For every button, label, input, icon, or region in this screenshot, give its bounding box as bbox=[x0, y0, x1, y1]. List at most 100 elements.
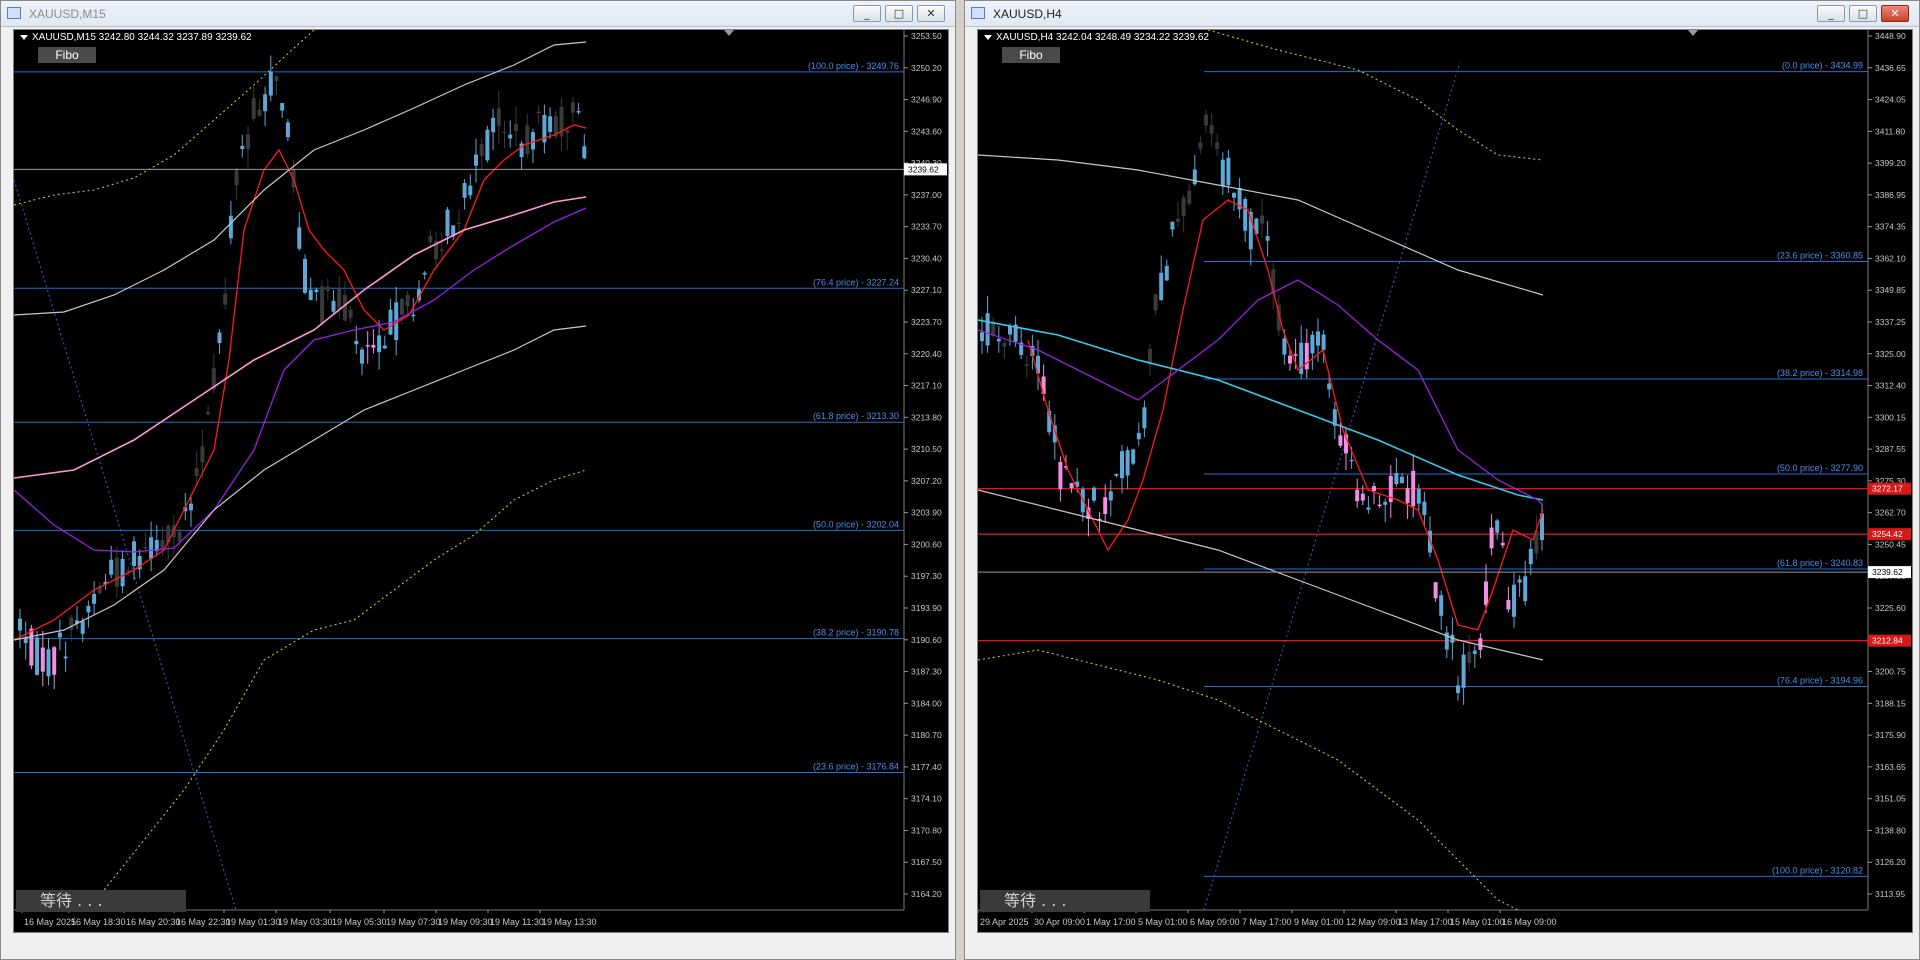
price-tick-label: 3312.40 bbox=[1875, 381, 1906, 391]
shift-marker-icon[interactable] bbox=[1688, 30, 1698, 36]
candle-body bbox=[485, 129, 490, 161]
candle-body bbox=[371, 344, 376, 348]
price-tick-label: 3217.10 bbox=[911, 381, 942, 391]
maximize-button[interactable]: □ bbox=[885, 5, 913, 22]
current-price-label: 3239.62 bbox=[1872, 567, 1903, 577]
chart-canvas[interactable]: 3448.90 3436.65 3424.05 3411.80 3399.20 3386.… bbox=[978, 30, 1913, 933]
price-chart-m15[interactable]: 3253.50 3250.20 3246.90 3243.60 3240.30 3237.… bbox=[13, 29, 949, 933]
candle-body bbox=[1461, 654, 1466, 688]
candle-body bbox=[1002, 342, 1007, 347]
candle-body bbox=[280, 103, 285, 111]
candle-body bbox=[1433, 582, 1438, 599]
candle-body bbox=[548, 116, 553, 132]
chart-window-h4[interactable]: XAUUSD,H4 _ □ ✕ 3448.90 3436.65 3424.05 341… bbox=[964, 0, 1920, 960]
candle-body bbox=[143, 547, 148, 549]
candle-body bbox=[1422, 501, 1427, 516]
time-tick-label: 29 Apr 2025 bbox=[980, 917, 1029, 927]
candle-body bbox=[1439, 595, 1444, 616]
candle-body bbox=[331, 300, 336, 312]
time-tick-label: 30 Apr 09:00 bbox=[1034, 917, 1085, 927]
price-tick-label: 3200.60 bbox=[911, 539, 942, 549]
candle-body bbox=[1512, 584, 1516, 617]
candle-body bbox=[1304, 343, 1309, 370]
price-tick-label: 3225.60 bbox=[1875, 603, 1906, 613]
price-tick-label: 3164.20 bbox=[911, 889, 942, 899]
close-button[interactable]: ✕ bbox=[917, 5, 945, 22]
candle-body bbox=[263, 94, 268, 112]
candle-body bbox=[491, 117, 496, 133]
horizontal-level-price-label: 3254.42 bbox=[1872, 529, 1903, 539]
candle-body bbox=[1293, 354, 1298, 356]
candle-body bbox=[1338, 435, 1343, 446]
horizontal-level-price-label: 3272.17 bbox=[1872, 484, 1903, 494]
price-tick-label: 3163.65 bbox=[1875, 762, 1906, 772]
shift-marker-icon[interactable] bbox=[724, 30, 734, 36]
dropdown-arrow-icon[interactable] bbox=[20, 34, 28, 40]
fibo-button[interactable]: Fibo bbox=[1002, 47, 1060, 63]
fibo-level-label: (61.8 price) - 3213.30 bbox=[813, 411, 899, 421]
candle-body bbox=[1209, 125, 1214, 134]
candle-body bbox=[565, 130, 570, 133]
candle-body bbox=[1265, 236, 1270, 241]
fibo-level-label: (61.8 price) - 3240.83 bbox=[1777, 558, 1863, 568]
candle-body bbox=[69, 617, 74, 630]
candle-body bbox=[1170, 221, 1175, 230]
candle-body bbox=[1489, 527, 1494, 549]
minimize-button[interactable]: _ bbox=[1817, 5, 1845, 22]
candle-body bbox=[1360, 493, 1365, 501]
candle-body bbox=[1327, 383, 1332, 390]
candle-body bbox=[217, 332, 222, 344]
candle-body bbox=[570, 102, 575, 113]
candle-body bbox=[1204, 114, 1208, 126]
candle-body bbox=[360, 349, 364, 364]
title-bar[interactable]: XAUUSD,M15 _ □ ✕ bbox=[1, 1, 955, 27]
candle-body bbox=[576, 111, 581, 113]
candle-body bbox=[86, 605, 91, 613]
candle-body bbox=[1215, 142, 1220, 150]
price-chart-h4[interactable]: 3448.90 3436.65 3424.05 3411.80 3399.20 3386.… bbox=[977, 29, 1913, 933]
candle-body bbox=[1366, 507, 1371, 510]
indicator-ma_purple-line bbox=[978, 279, 1544, 506]
candle-body bbox=[1316, 331, 1320, 346]
candle-body bbox=[1456, 685, 1460, 693]
candle-body bbox=[285, 122, 290, 138]
price-tick-label: 3223.70 bbox=[911, 317, 942, 327]
candle-body bbox=[274, 76, 279, 82]
candle-body bbox=[536, 111, 541, 114]
chart-window-icon bbox=[971, 7, 985, 19]
candle-body bbox=[1232, 193, 1236, 198]
candle-body bbox=[1192, 169, 1197, 185]
candle-body bbox=[411, 314, 416, 317]
candle-body bbox=[342, 294, 347, 321]
chart-canvas[interactable]: 3253.503250.203246.903243.603240.303237.… bbox=[14, 30, 949, 933]
candle-body bbox=[251, 98, 256, 119]
price-tick-label: 3386.95 bbox=[1875, 190, 1906, 200]
price-tick-label: 3237.00 bbox=[911, 190, 942, 200]
candle-body bbox=[1136, 433, 1141, 440]
indicator-ma_fast-line bbox=[14, 124, 587, 641]
candle-body bbox=[1355, 489, 1360, 502]
candle-body bbox=[57, 632, 62, 638]
title-bar[interactable]: XAUUSD,H4 _ □ ✕ bbox=[965, 1, 1919, 27]
price-tick-label: 3243.60 bbox=[911, 126, 942, 136]
price-tick-label: 3233.70 bbox=[911, 222, 942, 232]
fibo-level-label: (0.0 price) - 3434.99 bbox=[1782, 61, 1863, 71]
candle-body bbox=[980, 332, 984, 342]
maximize-button[interactable]: □ bbox=[1849, 5, 1877, 22]
price-tick-label: 3213.80 bbox=[911, 412, 942, 422]
candle-body bbox=[525, 125, 530, 155]
candle-body bbox=[1405, 488, 1410, 504]
candle-body bbox=[996, 338, 1001, 342]
time-tick-label: 16 May 2025 bbox=[24, 917, 76, 927]
fibo-button[interactable]: Fibo bbox=[38, 47, 96, 63]
dropdown-arrow-icon[interactable] bbox=[984, 34, 992, 40]
candle-body bbox=[40, 647, 45, 672]
fibo-level-label: (100.0 price) - 3249.76 bbox=[808, 61, 899, 71]
chart-window-m15[interactable]: XAUUSD,M15 _ □ ✕ 3253.50 3250.20 3246.90 32… bbox=[0, 0, 956, 960]
price-tick-label: 3167.50 bbox=[911, 857, 942, 867]
candle-body bbox=[445, 209, 450, 236]
close-button[interactable]: ✕ bbox=[1881, 5, 1909, 22]
minimize-button[interactable]: _ bbox=[853, 5, 881, 22]
candle-body bbox=[405, 294, 410, 307]
fibo-level-label: (76.4 price) - 3227.24 bbox=[813, 277, 899, 287]
